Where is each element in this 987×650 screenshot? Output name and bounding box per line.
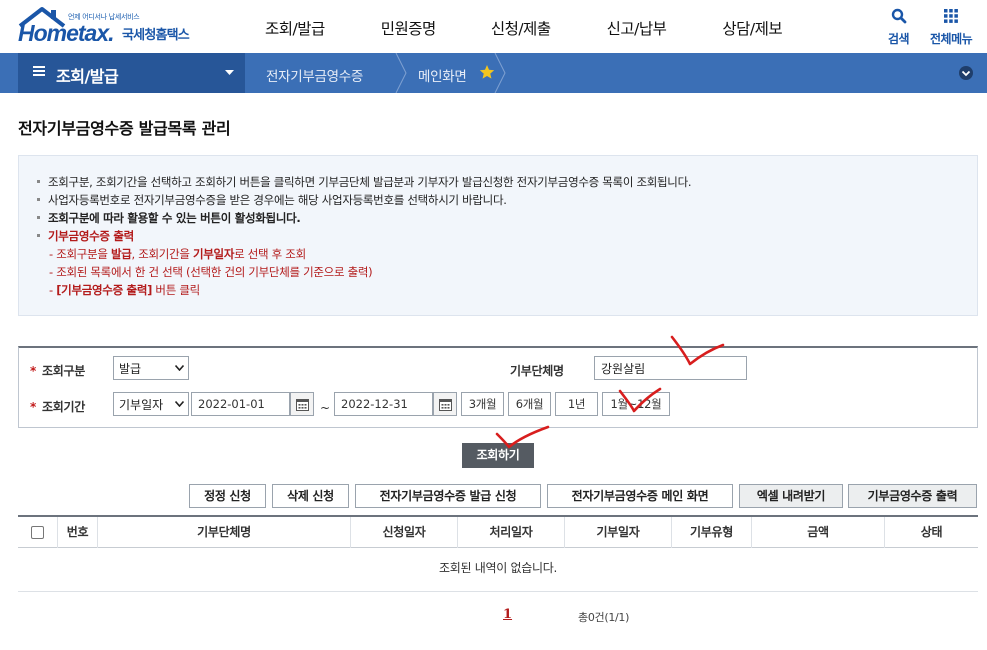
select-value: 발급 [119, 362, 142, 376]
date-to-calendar-button[interactable] [433, 392, 457, 416]
main-nav-item-certificates[interactable]: 민원증명 [381, 17, 437, 39]
column-header: 신청일자 [350, 517, 457, 548]
info-text: 버튼 클릭 [152, 283, 200, 297]
main-nav-item-inquiry[interactable]: 조회/발급 [265, 17, 325, 39]
period-3-months-button[interactable]: 3개월 [461, 392, 504, 416]
info-text: 기부금영수증 출력 [48, 229, 134, 243]
period-jan-dec-button[interactable]: 1월~12월 [602, 392, 670, 416]
column-header: 기부유형 [671, 517, 751, 548]
delete-request-button[interactable]: 삭제 신청 [272, 484, 349, 508]
info-text: 로 선택 후 조회 [234, 247, 306, 261]
full-menu-button[interactable]: 전체메뉴 [930, 8, 973, 47]
column-header: 상태 [884, 517, 978, 548]
breadcrumb-item-main[interactable]: 메인화면 [418, 65, 467, 85]
search-submit-button[interactable]: 조회하기 [462, 443, 534, 468]
info-text: , 조회기간을 [131, 247, 193, 261]
info-line: 사업자등록번호로 전자기부금영수증을 받은 경우에는 해당 사업자등록번호를 선… [37, 192, 507, 208]
main-nav-item-filing[interactable]: 신고/납부 [607, 17, 667, 39]
info-text: - 조회구분을 [49, 247, 111, 261]
period-1-year-button[interactable]: 1년 [555, 392, 598, 416]
print-receipt-button[interactable]: 기부금영수증 출력 [848, 484, 977, 508]
main-nav: 조회/발급 민원증명 신청/제출 신고/납부 상담/제보 [265, 17, 838, 39]
hamburger-icon [33, 66, 45, 76]
period-label: * 조회기간 [30, 400, 85, 414]
date-from-input[interactable]: 2022-01-01 [191, 392, 290, 416]
chevron-down-icon [175, 401, 184, 407]
table-empty-message: 조회된 내역이 없습니다. [18, 548, 978, 592]
label-text: 조회기간 [41, 400, 85, 414]
info-text: 조회구분, 조회기간을 선택하고 조회하기 버튼을 클릭하면 기부금단체 발급분… [48, 175, 692, 189]
table-header: 번호 기부단체명 신청일자 처리일자 기부일자 기부유형 금액 상태 [18, 515, 978, 548]
correction-request-button[interactable]: 정정 신청 [189, 484, 266, 508]
info-text: 조회구분에 따라 활용할 수 있는 버튼이 활성화됩니다. [48, 211, 301, 225]
chevron-right-icon [494, 53, 506, 93]
favorite-star-icon[interactable] [479, 64, 495, 80]
column-header: 기부단체명 [97, 517, 350, 548]
period-type-select[interactable]: 기부일자 [113, 392, 189, 416]
top-search-label: 검색 [888, 32, 910, 46]
issue-request-button[interactable]: 전자기부금영수증 발급 신청 [355, 484, 541, 508]
inquiry-type-label: * 조회구분 [30, 364, 85, 378]
info-text: - 조회된 목록에서 한 건 선택 (선택한 건의 기부단체를 기준으로 출력) [49, 265, 373, 279]
grid-menu-icon [944, 9, 958, 23]
calendar-icon [296, 399, 309, 411]
info-box: 조회구분, 조회기간을 선택하고 조회하기 버튼을 클릭하면 기부금단체 발급분… [18, 155, 978, 316]
info-text-bold: 발급 [110, 247, 132, 261]
main-nav-item-application[interactable]: 신청/제출 [491, 17, 551, 39]
select-all-cell [18, 517, 57, 548]
logo-wordmark: Hometax. [18, 20, 115, 46]
main-nav-item-consult[interactable]: 상담/제보 [722, 17, 782, 39]
info-line-emphasis: 조회구분에 따라 활용할 수 있는 버튼이 활성화됩니다. [37, 210, 301, 226]
info-sub-line: - [기부금영수증 출력] 버튼 클릭 [49, 282, 200, 298]
info-sub-line: - 조회된 목록에서 한 건 선택 (선택한 건의 기부단체를 기준으로 출력) [49, 264, 373, 280]
date-to-input[interactable]: 2022-12-31 [334, 392, 433, 416]
column-header: 처리일자 [457, 517, 564, 548]
excel-download-button[interactable]: 엑셀 내려받기 [739, 484, 843, 508]
info-text-bold: [기부금영수증 출력] [56, 283, 153, 297]
info-text-bold: 기부일자 [193, 247, 235, 261]
breadcrumb-section-label: 조회/발급 [56, 67, 119, 86]
info-line: 조회구분, 조회기간을 선택하고 조회하기 버튼을 클릭하면 기부금단체 발급분… [37, 174, 692, 190]
inquiry-type-select[interactable]: 발급 [113, 356, 189, 380]
date-from-calendar-button[interactable] [290, 392, 314, 416]
chevron-down-icon [175, 365, 184, 371]
info-line-print-heading: 기부금영수증 출력 [37, 228, 134, 244]
hometax-logo[interactable]: 언제 어디서나 납세서비스 Hometax. 국세청홈택스 [18, 6, 203, 48]
label-text: 조회구분 [41, 364, 85, 378]
expand-circle-icon[interactable] [958, 65, 974, 81]
org-name-label: 기부단체명 [510, 364, 564, 378]
period-6-months-button[interactable]: 6개월 [508, 392, 551, 416]
column-header: 기부일자 [564, 517, 671, 548]
caret-down-icon [225, 70, 234, 75]
full-menu-label: 전체메뉴 [930, 32, 973, 46]
org-name-input[interactable]: 강원살림 [594, 356, 747, 380]
pagination-page-1[interactable]: 1 [503, 607, 512, 622]
pagination-total: 총0건(1/1) [578, 611, 630, 624]
breadcrumb-bar: 조회/발급 전자기부금영수증 메인화면 [0, 53, 987, 93]
breadcrumb-item-receipt[interactable]: 전자기부금영수증 [266, 65, 363, 85]
info-text: 사업자등록번호로 전자기부금영수증을 받은 경우에는 해당 사업자등록번호를 선… [48, 193, 507, 207]
top-header: 언제 어디서나 납세서비스 Hometax. 국세청홈택스 조회/발급 민원증명… [0, 0, 987, 53]
chevron-right-icon [395, 53, 407, 93]
select-value: 기부일자 [119, 398, 164, 412]
date-range-separator: ~ [320, 401, 331, 415]
column-header: 금액 [751, 517, 884, 548]
calendar-icon [439, 399, 452, 411]
receipt-main-button[interactable]: 전자기부금영수증 메인 화면 [547, 484, 733, 508]
logo-subtitle: 국세청홈택스 [122, 28, 190, 43]
breadcrumb-section-dropdown[interactable]: 조회/발급 [18, 53, 245, 93]
info-sub-line: - 조회구분을 발급, 조회기간을 기부일자로 선택 후 조회 [49, 246, 306, 262]
page-title: 전자기부금영수증 발급목록 관리 [18, 119, 231, 138]
select-all-checkbox[interactable] [31, 526, 44, 539]
column-header: 번호 [57, 517, 97, 548]
search-icon [891, 8, 906, 24]
top-search-button[interactable]: 검색 [888, 8, 910, 47]
